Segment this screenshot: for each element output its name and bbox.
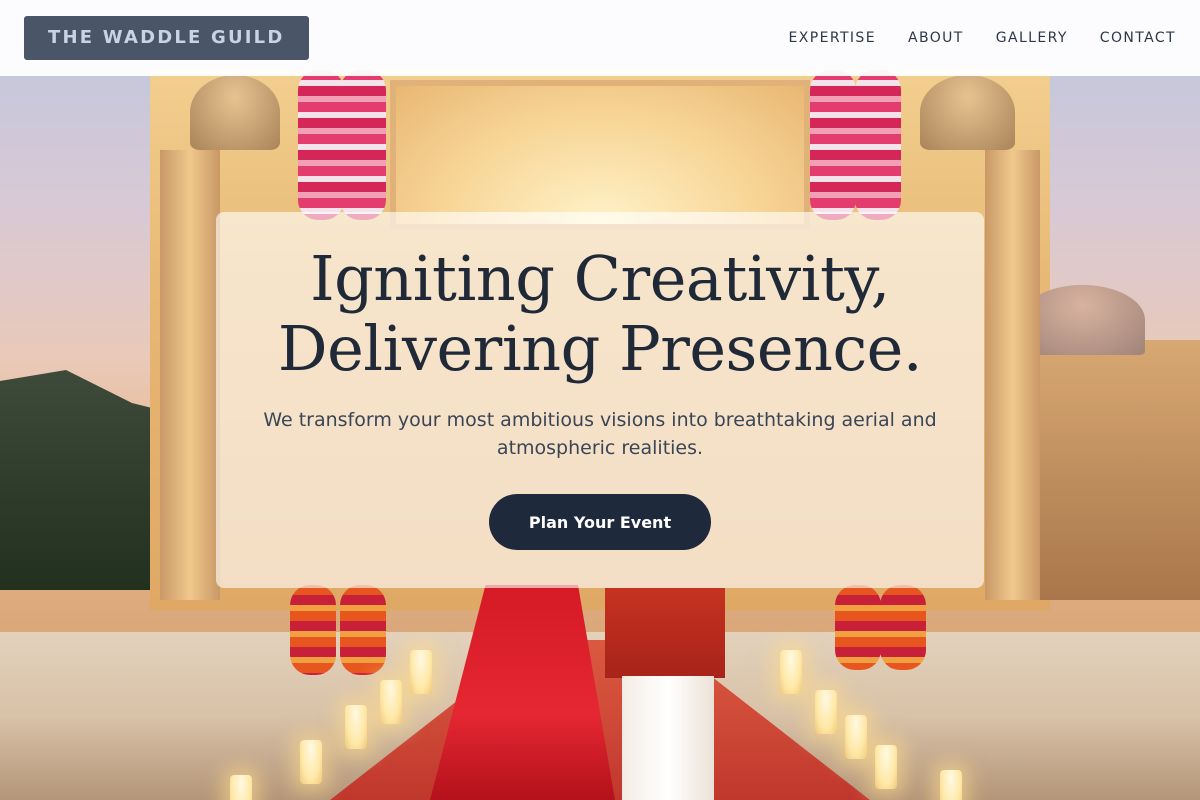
candle [780, 650, 802, 694]
flower-garland [855, 70, 901, 220]
flower-garland [835, 585, 881, 670]
groom-figure [605, 588, 725, 678]
site-header: THE WADDLE GUILD EXPERTISE ABOUT GALLERY… [0, 0, 1200, 76]
main-nav: EXPERTISE ABOUT GALLERY CONTACT [789, 30, 1176, 46]
hero-title-line-2: Delivering Presence. [277, 312, 923, 385]
left-pillar [160, 150, 220, 600]
flower-garland [880, 585, 926, 670]
candle [300, 740, 322, 784]
candle [940, 770, 962, 800]
right-small-dome [920, 75, 1015, 150]
candle [815, 690, 837, 734]
flower-garland [298, 70, 344, 220]
candle [380, 680, 402, 724]
groom-legs [622, 676, 714, 800]
left-dome [190, 75, 280, 150]
nav-link-about[interactable]: ABOUT [908, 30, 964, 46]
hero-subtitle: We transform your most ambitious visions… [263, 409, 937, 459]
flower-garland [340, 70, 386, 220]
candle [230, 775, 252, 800]
nav-link-gallery[interactable]: GALLERY [996, 30, 1068, 46]
nav-link-contact[interactable]: CONTACT [1100, 30, 1176, 46]
plan-your-event-button[interactable]: Plan Your Event [489, 494, 711, 550]
site-logo[interactable]: THE WADDLE GUILD [24, 16, 309, 60]
hero-title: Igniting Creativity, Delivering Presence… [277, 242, 923, 385]
hero-card: Igniting Creativity, Delivering Presence… [216, 212, 984, 588]
right-pillar [985, 150, 1040, 600]
candle [410, 650, 432, 694]
nav-link-expertise[interactable]: EXPERTISE [789, 30, 876, 46]
hero-title-line-1: Igniting Creativity, [310, 242, 890, 315]
flower-garland [810, 70, 856, 220]
right-building [1015, 340, 1200, 600]
candle [875, 745, 897, 789]
candle [345, 705, 367, 749]
candle [845, 715, 867, 759]
palace-arch [390, 80, 810, 230]
flower-garland [340, 585, 386, 675]
flower-garland [290, 585, 336, 675]
